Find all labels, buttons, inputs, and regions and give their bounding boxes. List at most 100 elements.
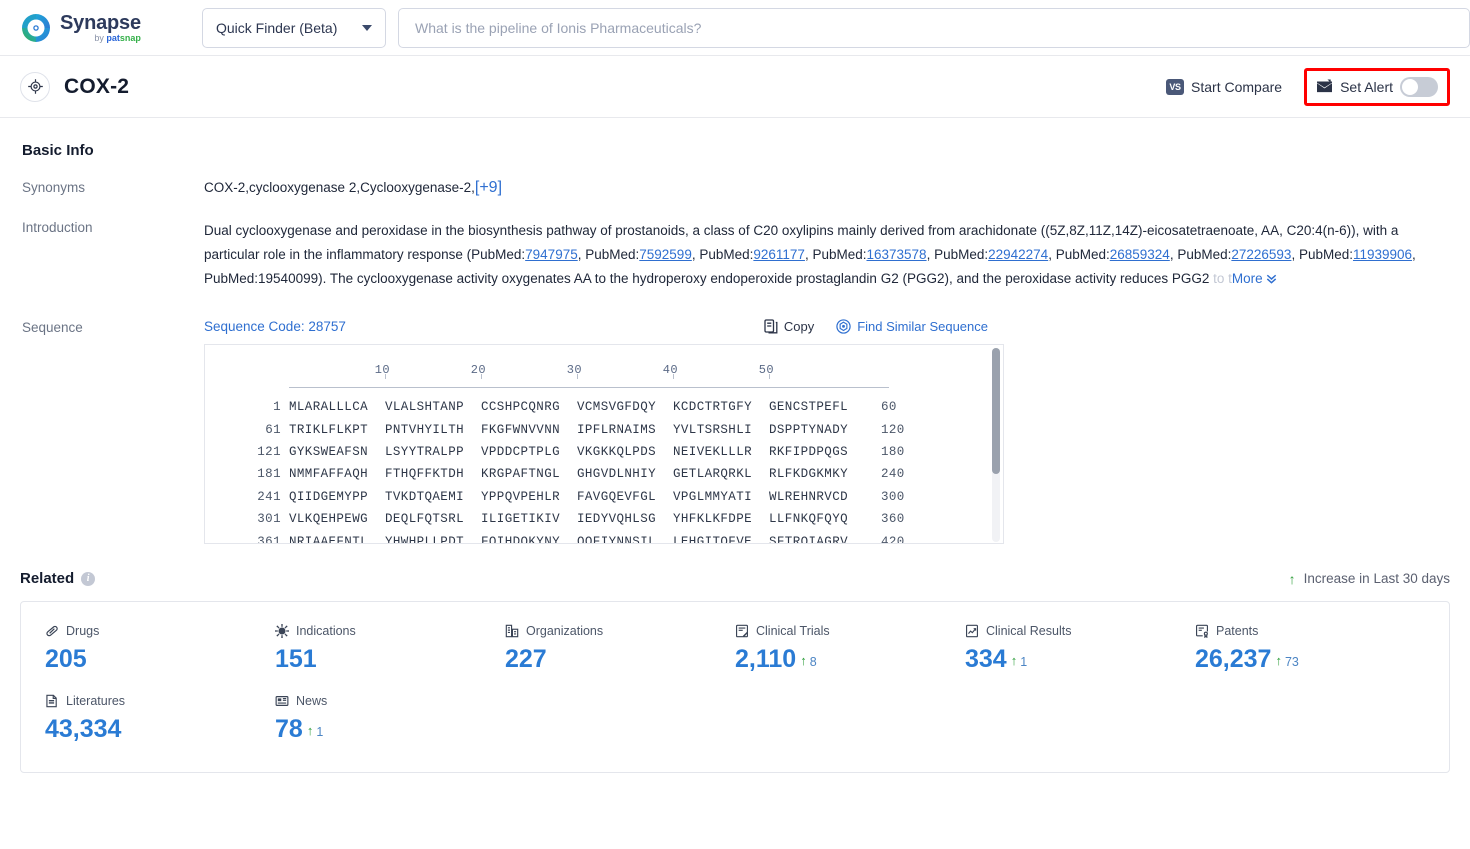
synapse-logo-icon (20, 12, 52, 44)
pubmed-link-11939906[interactable]: 11939906 (1353, 247, 1412, 262)
line-start-index: 361 (257, 534, 281, 544)
stat-delta: ↑ 73 (1275, 653, 1298, 670)
sequence-line: 61 TRIKLFLKPT PNTVHYILTH FKGFWNVVNN IPFL… (205, 418, 1003, 440)
stat-label-row: News (275, 694, 505, 708)
find-similar-label: Find Similar Sequence (857, 319, 988, 334)
stat-literatures[interactable]: Literatures 43,334 (45, 694, 275, 744)
entity-header: COX-2 VS Start Compare Set Alert (0, 56, 1470, 118)
stat-label-row: Clinical Results (965, 624, 1195, 638)
stat-value-row[interactable]: 151 (275, 645, 505, 674)
sequence-tools: Copy Find Similar Sequence (764, 319, 988, 334)
stat-label-row: Organizations (505, 624, 735, 638)
seq-block: YPPQVPEHLR (481, 489, 561, 504)
stat-value-row[interactable]: 78 ↑ 1 (275, 715, 505, 744)
find-similar-sequence-button[interactable]: Find Similar Sequence (836, 319, 988, 334)
stat-value-row[interactable]: 334 ↑ 1 (965, 645, 1195, 674)
header-actions: VS Start Compare Set Alert (1166, 67, 1450, 106)
find-similar-icon (836, 319, 851, 334)
clinical-trial-icon (735, 624, 749, 638)
sequence-scrollbar[interactable] (992, 348, 1000, 542)
seq-block: CCSHPCQNRG (481, 400, 561, 415)
seq-block: YVLTSRSHLI (673, 422, 753, 437)
sequence-panel[interactable]: 10 20 30 40 50 1 MLARALLLCA VLALSHTANP C… (204, 344, 1004, 544)
stat-value-row[interactable]: 26,237 ↑ 73 (1195, 645, 1425, 674)
search-input[interactable] (413, 8, 1455, 47)
stat-value-row[interactable]: 227 (505, 645, 735, 674)
clinical-result-icon (965, 624, 979, 638)
seq-block: QIIDGEMYPP (289, 489, 369, 504)
seq-block: QQFIYNNSIL (577, 534, 657, 544)
delta-value: 1 (1020, 655, 1028, 669)
stat-label: Clinical Results (986, 624, 1072, 638)
info-icon[interactable]: i (81, 571, 96, 586)
intro-sep-3: , PubMed: (804, 247, 867, 262)
scrollbar-thumb[interactable] (992, 348, 1000, 474)
increase-legend-label: Increase in Last 30 days (1303, 571, 1450, 586)
copy-button[interactable]: Copy (764, 319, 814, 334)
sequence-code-link[interactable]: Sequence Code: 28757 (204, 319, 346, 334)
seq-block: FTHQFFKTDH (385, 467, 465, 482)
ruler-tick-30: 30 (566, 363, 582, 377)
stat-patents[interactable]: Patents 26,237 ↑ 73 (1195, 624, 1425, 674)
line-start-index: 241 (257, 489, 281, 504)
set-alert-toggle[interactable] (1400, 76, 1438, 97)
line-start-index: 61 (265, 422, 281, 437)
chevron-double-down-icon (1265, 269, 1278, 293)
organization-icon (505, 624, 519, 638)
pubmed-link-9261177[interactable]: 9261177 (753, 247, 805, 262)
main-content: Basic Info Synonyms COX-2,cyclooxygenase… (0, 142, 1470, 773)
sequence-line: 241 QIIDGEMYPP TVKDTQAEMI YPPQVPEHLR FAV… (205, 486, 1003, 508)
stat-indications[interactable]: Indications 151 (275, 624, 505, 674)
seq-block: VLKQEHPEWG (289, 512, 369, 527)
introduction-more-button[interactable]: More (1232, 271, 1278, 286)
stat-value-row[interactable]: 2,110 ↑ 8 (735, 645, 965, 674)
sequence-line: 361 NRIAAEFNTL YHWHPLLPDT FQIHDQKYNY QQF… (205, 530, 1003, 544)
pubmed-link-22942274[interactable]: 22942274 (988, 247, 1048, 262)
pubmed-link-7592599[interactable]: 7592599 (639, 247, 692, 262)
seq-block: NEIVEKLLLR (673, 444, 753, 459)
pubmed-link-7947975[interactable]: 7947975 (525, 247, 578, 262)
ruler-tick-10: 10 (374, 363, 390, 377)
stat-news[interactable]: News 78 ↑ 1 (275, 694, 505, 744)
line-end-index: 180 (881, 444, 905, 459)
seq-block: DSPPTYNADY (769, 422, 849, 437)
seq-block: GETLARQRKL (673, 467, 753, 482)
delta-up-arrow-icon: ↑ (800, 653, 807, 668)
stat-value-row[interactable]: 205 (45, 645, 275, 674)
seq-block: YHFKLKFDPE (673, 512, 753, 527)
stat-delta: ↑ 1 (1011, 653, 1028, 670)
sequence-ruler: 10 20 30 40 50 (205, 363, 1003, 379)
stat-value: 43,334 (45, 715, 122, 743)
quick-finder-dropdown[interactable]: Quick Finder (Beta) (202, 7, 386, 48)
seq-block: TRIKLFLKPT (289, 422, 369, 437)
pubmed-link-16373578[interactable]: 16373578 (866, 247, 926, 262)
introduction-label: Introduction (22, 220, 93, 235)
intro-sep-2: , PubMed: (691, 247, 754, 262)
search-box[interactable] (398, 7, 1470, 48)
start-compare-button[interactable]: VS Start Compare (1166, 78, 1282, 95)
delta-value: 1 (316, 725, 324, 739)
stat-drugs[interactable]: Drugs 205 (45, 624, 275, 674)
seq-block: GYKSWEAFSN (289, 444, 369, 459)
intro-sep-5: , PubMed: (1048, 247, 1110, 262)
pubmed-link-26859324[interactable]: 26859324 (1110, 247, 1170, 262)
pubmed-link-27226593[interactable]: 27226593 (1231, 247, 1291, 262)
increase-legend: ↑ Increase in Last 30 days (1289, 571, 1450, 586)
stat-delta: ↑ 8 (800, 653, 816, 670)
line-start-index: 121 (257, 444, 281, 459)
synonyms-more-link[interactable]: [+9] (475, 179, 502, 196)
seq-block: FAVGQEVFGL (577, 489, 657, 504)
related-card: Drugs 205 Indications 151 Organizations … (20, 601, 1450, 773)
set-alert-control[interactable]: Set Alert (1304, 67, 1450, 106)
up-arrow-icon: ↑ (1288, 570, 1296, 587)
stat-value-row[interactable]: 43,334 (45, 715, 275, 744)
seq-block: VPGLMMYATI (673, 489, 753, 504)
brand-logo[interactable]: Synapse by patsnap (20, 12, 180, 44)
stat-clinical-trials[interactable]: Clinical Trials 2,110 ↑ 8 (735, 624, 965, 674)
stat-label: Drugs (66, 624, 100, 638)
stat-clinical-results[interactable]: Clinical Results 334 ↑ 1 (965, 624, 1195, 674)
stat-label-row: Drugs (45, 624, 275, 638)
stat-organizations[interactable]: Organizations 227 (505, 624, 735, 674)
stat-value: 227 (505, 645, 547, 673)
toggle-knob (1402, 78, 1418, 95)
